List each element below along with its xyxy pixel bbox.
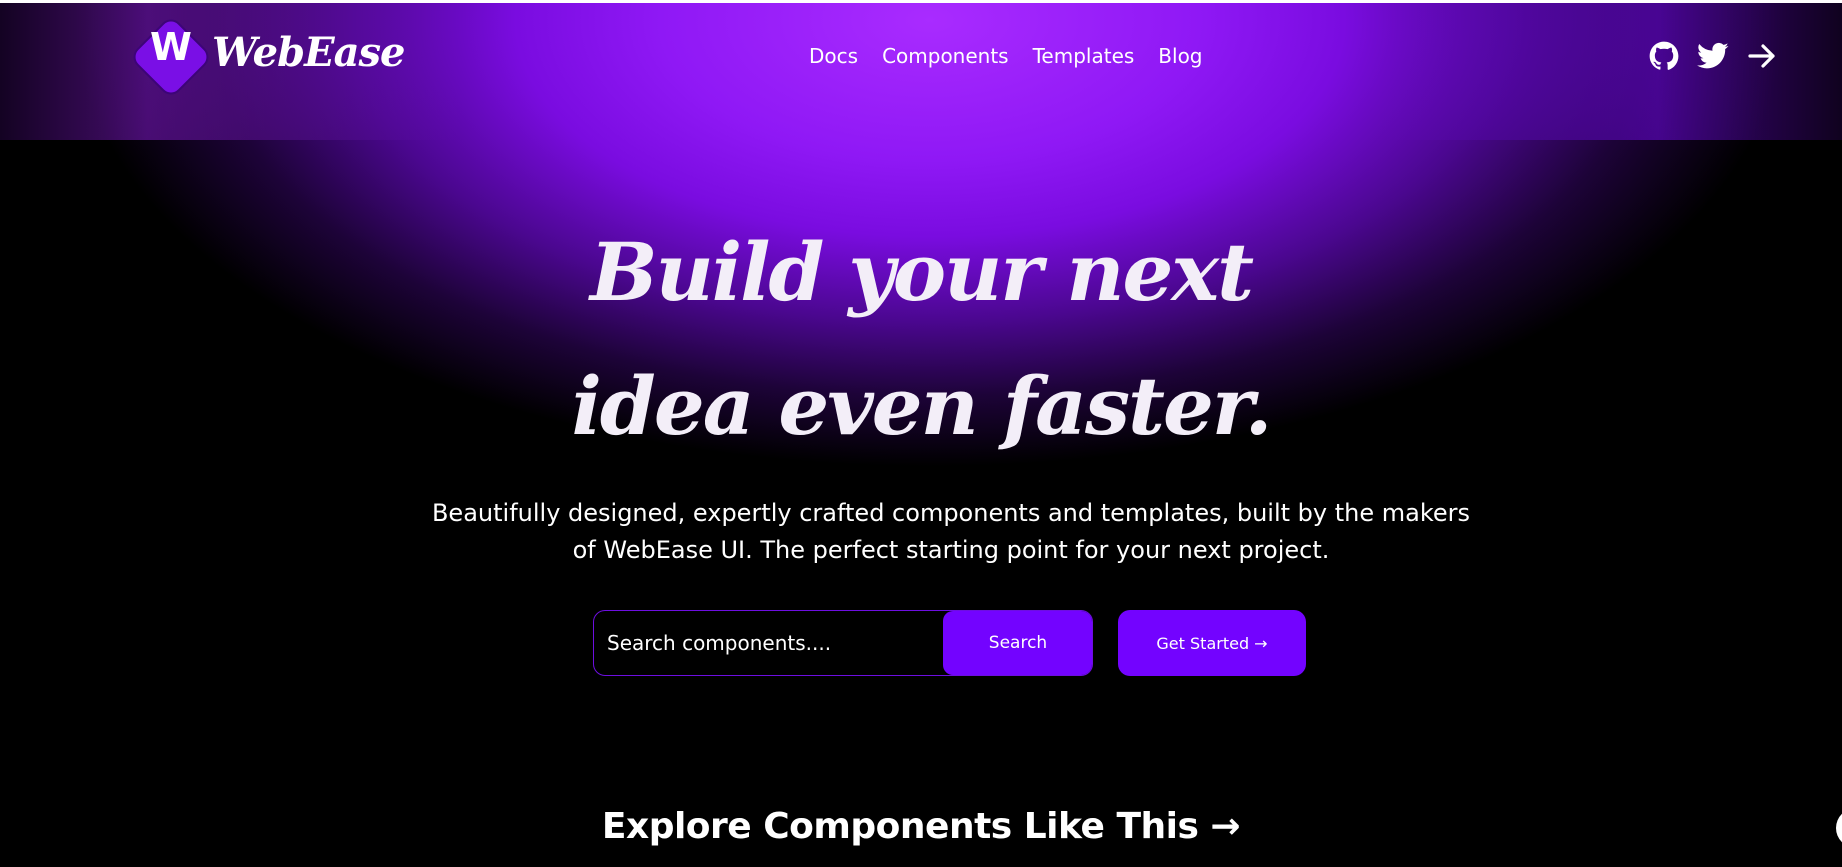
github-icon[interactable] — [1648, 40, 1680, 72]
logo-mark: W — [128, 14, 214, 100]
get-started-button[interactable]: Get Started → — [1118, 610, 1306, 676]
hero-title-line-2: idea even faster. — [571, 359, 1272, 453]
nav-components[interactable]: Components — [882, 44, 1009, 68]
twitter-icon[interactable] — [1697, 40, 1729, 72]
logo-letter: W — [150, 25, 192, 69]
landing-page: W WebEase Docs Components Templates Blog… — [0, 0, 1842, 867]
brand-name: WebEase — [212, 28, 405, 76]
hero-title-line-1: Build your next — [589, 225, 1254, 319]
explore-components-heading[interactable]: Explore Components Like This → — [0, 806, 1842, 847]
search-box: Search — [593, 610, 1093, 676]
brand-logo[interactable]: W WebEase — [128, 14, 405, 100]
hero-subtitle: Beautifully designed, expertly crafted c… — [431, 499, 1471, 564]
search-button[interactable]: Search — [943, 611, 1092, 675]
main-nav: Docs Components Templates Blog — [809, 44, 1203, 68]
hero-title: Build your next idea even faster. — [0, 205, 1842, 473]
header-icons — [1648, 40, 1778, 72]
search-input[interactable] — [594, 611, 942, 675]
arrow-right-icon[interactable] — [1746, 40, 1778, 72]
nav-templates[interactable]: Templates — [1033, 44, 1135, 68]
nav-docs[interactable]: Docs — [809, 44, 858, 68]
nav-blog[interactable]: Blog — [1158, 44, 1202, 68]
